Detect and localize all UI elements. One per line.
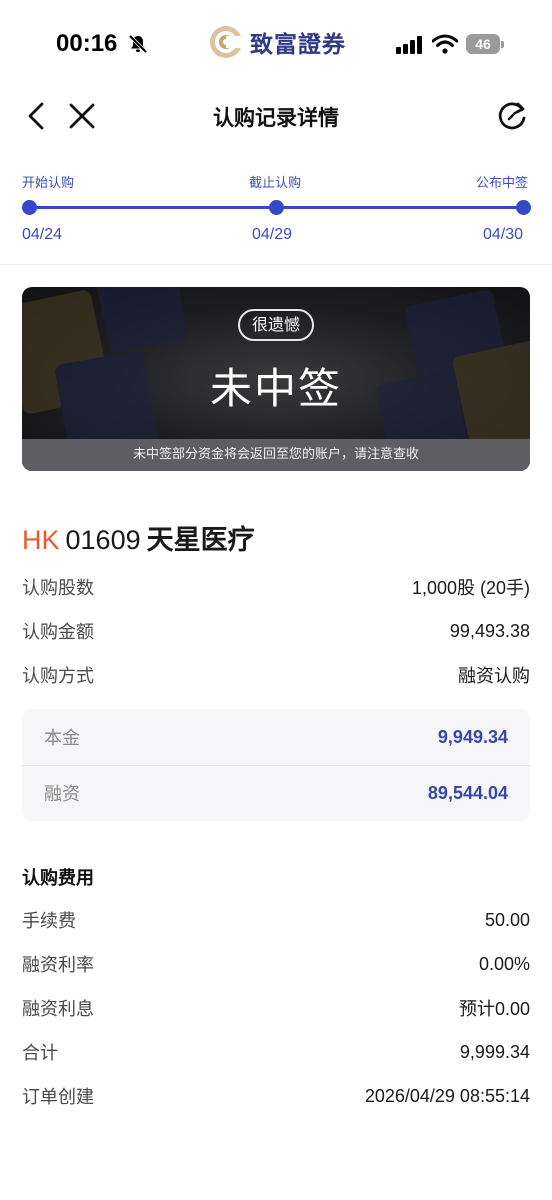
- financing-value: 89,544.04: [427, 782, 508, 803]
- detail-value: 99,493.38: [449, 620, 530, 641]
- subscription-timeline: 开始认购 截止认购 公布中签 04/24 04/29 04/30: [0, 160, 552, 260]
- fee-value: 0.00%: [478, 953, 530, 974]
- fee-label: 融资利息: [22, 999, 94, 1020]
- stock-code: 01609: [65, 525, 141, 555]
- detail-label: 认购股数: [22, 578, 94, 599]
- result-title: 未中签: [209, 364, 342, 413]
- result-note: 未中签部分资金将会返回至您的账户，请注意查收: [22, 439, 530, 471]
- nav-bar: 认购记录详情: [0, 88, 552, 144]
- timeline-step-result-label: 公布中签: [476, 176, 529, 191]
- fee-row-handling: 手续费 50.00: [22, 905, 530, 935]
- stock-market: HK: [22, 525, 60, 555]
- wifi-icon: [432, 34, 458, 54]
- fee-label: 合计: [22, 1043, 58, 1064]
- battery-level: 46: [466, 34, 500, 54]
- stock-name: 天星医疗: [146, 525, 255, 556]
- fee-label: 订单创建: [22, 1087, 94, 1108]
- divider: [0, 264, 552, 265]
- timeline-dot-close: [269, 200, 284, 215]
- brand-logo-icon: [210, 26, 242, 58]
- fee-value: 预计0.00: [458, 999, 530, 1019]
- fee-row-created: 订单创建 2026/04/29 08:55:14: [22, 1081, 530, 1111]
- fee-label: 融资利率: [22, 955, 94, 976]
- detail-row-method: 认购方式 融资认购: [22, 660, 530, 690]
- timeline-step-start-label: 开始认购: [22, 176, 75, 191]
- timeline-date-start: 04/24: [22, 226, 63, 243]
- timeline-date-result: 04/30: [483, 226, 524, 243]
- stock-header: HK 01609 天星医疗: [22, 518, 255, 557]
- fee-value: 2026/04/29 08:55:14: [364, 1085, 530, 1106]
- cellular-signal-icon: [396, 36, 422, 54]
- timeline-dot-start: [22, 200, 37, 215]
- fee-row-interest: 融资利息 预计0.00: [22, 993, 530, 1023]
- fees-section-title: 认购费用: [22, 868, 94, 889]
- page-title: 认购记录详情: [213, 106, 339, 130]
- timeline-date-close: 04/29: [252, 226, 293, 243]
- detail-value: 1,000股 (20手): [411, 578, 530, 598]
- refresh-icon[interactable]: [494, 98, 530, 134]
- fee-row-rate: 融资利率 0.00%: [22, 949, 530, 979]
- result-badge: 很遗憾: [238, 309, 314, 341]
- financing-row-principal: 本金 9,949.34: [44, 709, 508, 765]
- brand-name: 致富證券: [250, 32, 346, 58]
- detail-row-amount: 认购金额 99,493.38: [22, 616, 530, 646]
- financing-breakdown: 本金 9,949.34 融资 89,544.04: [22, 709, 530, 821]
- fee-row-total: 合计 9,999.34: [22, 1037, 530, 1067]
- timeline-dot-result: [516, 200, 531, 215]
- detail-label: 认购方式: [22, 666, 94, 687]
- brand: 致富證券: [208, 24, 346, 60]
- fee-value: 50.00: [484, 909, 530, 930]
- detail-row-shares: 认购股数 1,000股 (20手): [22, 572, 530, 602]
- financing-label: 本金: [44, 728, 80, 749]
- bell-off-icon: [128, 34, 148, 54]
- timeline-step-close-label: 截止认购: [249, 176, 302, 191]
- fee-value: 9,999.34: [459, 1041, 530, 1062]
- financing-label: 融资: [44, 784, 80, 805]
- fee-label: 手续费: [22, 911, 76, 932]
- detail-label: 认购金额: [22, 622, 94, 643]
- battery-icon: 46: [466, 34, 504, 54]
- financing-row-loan: 融资 89,544.04: [44, 765, 508, 821]
- status-bar: 00:16 致富證券 46: [0, 0, 552, 88]
- result-banner: 很遗憾 未中签 未中签部分资金将会返回至您的账户，请注意查收: [22, 287, 530, 471]
- detail-value: 融资认购: [458, 666, 530, 686]
- status-time: 00:16: [56, 30, 118, 57]
- financing-value: 9,949.34: [437, 726, 508, 747]
